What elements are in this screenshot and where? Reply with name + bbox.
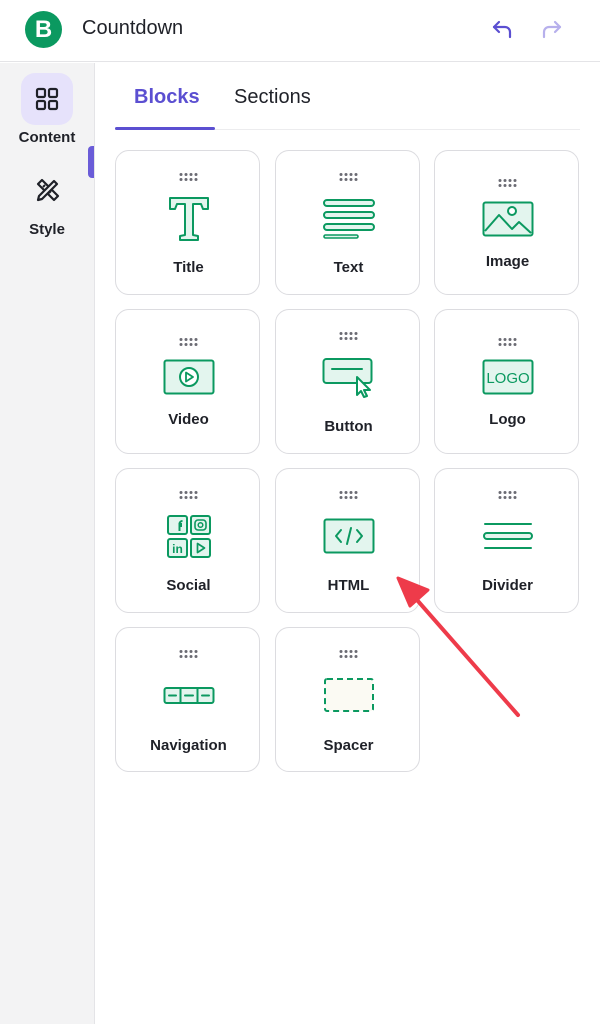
- brand-logo: B: [25, 11, 62, 48]
- title-t-icon: [168, 197, 209, 241]
- tab-bar: Blocks Sections: [115, 70, 580, 130]
- spacer-icon: [323, 678, 374, 712]
- tab-blocks[interactable]: Blocks: [134, 86, 200, 109]
- block-title[interactable]: Title: [115, 150, 260, 295]
- tab-sections[interactable]: Sections: [234, 86, 311, 109]
- block-image[interactable]: Image: [434, 150, 579, 295]
- block-label: Spacer: [323, 737, 374, 754]
- drag-handle-icon[interactable]: [178, 490, 198, 500]
- block-button[interactable]: Button: [275, 309, 420, 454]
- drag-handle-icon[interactable]: [338, 172, 358, 182]
- block-label: Social: [166, 577, 211, 594]
- block-navigation[interactable]: Navigation: [115, 627, 260, 772]
- drag-handle-icon[interactable]: [497, 490, 517, 500]
- drag-handle-icon[interactable]: [178, 172, 198, 182]
- block-video[interactable]: Video: [115, 309, 260, 454]
- block-label: Title: [173, 259, 204, 276]
- logo-icon: LOGO: [482, 359, 533, 395]
- block-label: Navigation: [150, 737, 227, 754]
- block-label: Button: [324, 418, 373, 435]
- video-play-icon: [163, 359, 214, 395]
- svg-text:in: in: [172, 542, 183, 556]
- left-rail: Content Style: [0, 63, 95, 1024]
- top-bar: B Countdown: [0, 0, 600, 62]
- redo-icon[interactable]: [538, 16, 564, 42]
- drag-handle-icon[interactable]: [497, 178, 517, 188]
- drag-handle-icon[interactable]: [338, 490, 358, 500]
- text-lines-icon: [322, 199, 375, 239]
- block-label: Logo: [489, 411, 526, 428]
- navigation-icon: [163, 687, 214, 704]
- rail-item-content[interactable]: Content: [0, 73, 94, 146]
- rail-item-style[interactable]: Style: [0, 165, 94, 238]
- grid-icon: [35, 87, 59, 111]
- social-icon: in: [166, 515, 211, 558]
- undo-icon[interactable]: [490, 16, 516, 42]
- logo-icon-text: LOGO: [486, 370, 529, 387]
- block-label: Video: [168, 411, 209, 428]
- block-text[interactable]: Text: [275, 150, 420, 295]
- rail-item-label: Style: [29, 221, 65, 238]
- block-logo[interactable]: LOGO Logo: [434, 309, 579, 454]
- active-indicator: [88, 146, 94, 178]
- block-social[interactable]: in Social: [115, 468, 260, 613]
- drag-handle-icon[interactable]: [178, 649, 198, 659]
- tab-underline: [115, 127, 215, 130]
- image-icon: [482, 201, 533, 237]
- annotation-arrow: [396, 576, 520, 717]
- page-title: Countdown: [82, 17, 184, 39]
- code-icon: [323, 518, 374, 554]
- rail-item-label: Content: [18, 129, 76, 146]
- block-label: Text: [333, 259, 364, 276]
- drag-handle-icon[interactable]: [178, 337, 198, 347]
- block-label: Image: [485, 253, 530, 270]
- drag-handle-icon[interactable]: [338, 649, 358, 659]
- brush-ruler-icon: [36, 178, 60, 202]
- button-cursor-icon: [322, 358, 372, 398]
- drag-handle-icon[interactable]: [497, 337, 517, 347]
- divider-icon: [482, 523, 533, 549]
- drag-handle-icon[interactable]: [338, 331, 358, 341]
